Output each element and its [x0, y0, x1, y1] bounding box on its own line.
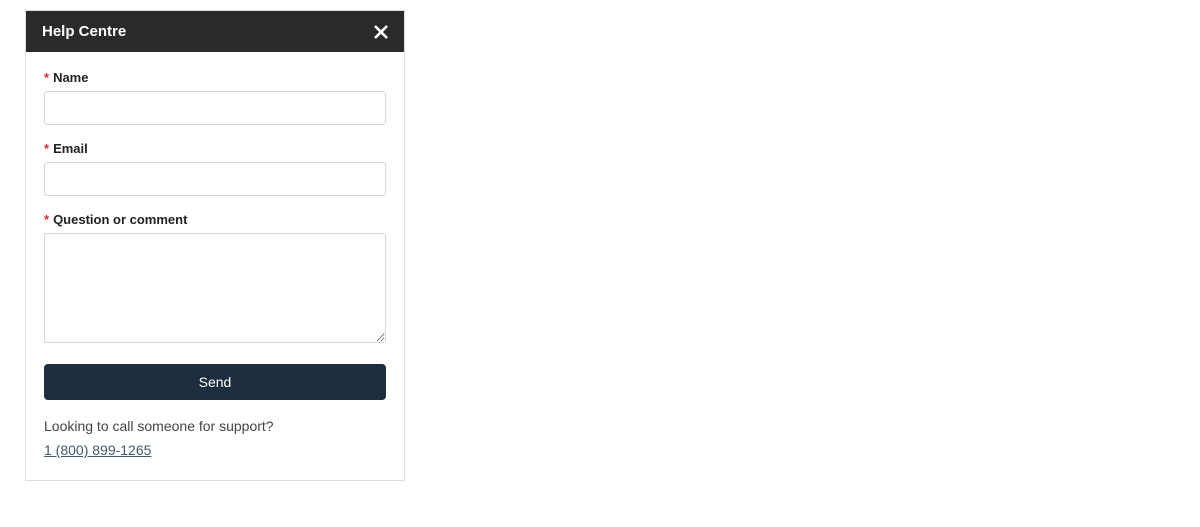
question-label-text: Question or comment — [53, 212, 187, 227]
email-label: * Email — [44, 141, 386, 156]
send-button[interactable]: Send — [44, 364, 386, 400]
required-mark: * — [44, 212, 49, 227]
question-label: * Question or comment — [44, 212, 386, 227]
name-input[interactable] — [44, 91, 386, 125]
panel-body: * Name * Email * Question or comment Send L… — [26, 52, 404, 480]
close-icon[interactable] — [374, 25, 388, 39]
panel-title: Help Centre — [42, 23, 126, 40]
question-field-group: * Question or comment — [44, 212, 386, 348]
support-phone-link[interactable]: 1 (800) 899-1265 — [44, 442, 151, 458]
email-label-text: Email — [53, 141, 88, 156]
name-label-text: Name — [53, 70, 88, 85]
name-field-group: * Name — [44, 70, 386, 125]
panel-header: Help Centre — [26, 11, 404, 52]
required-mark: * — [44, 141, 49, 156]
required-mark: * — [44, 70, 49, 85]
support-prompt: Looking to call someone for support? — [44, 418, 386, 434]
name-label: * Name — [44, 70, 386, 85]
question-textarea[interactable] — [44, 233, 386, 343]
email-field-group: * Email — [44, 141, 386, 196]
email-input[interactable] — [44, 162, 386, 196]
help-centre-panel: Help Centre * Name * Email * Question or co… — [25, 10, 405, 481]
